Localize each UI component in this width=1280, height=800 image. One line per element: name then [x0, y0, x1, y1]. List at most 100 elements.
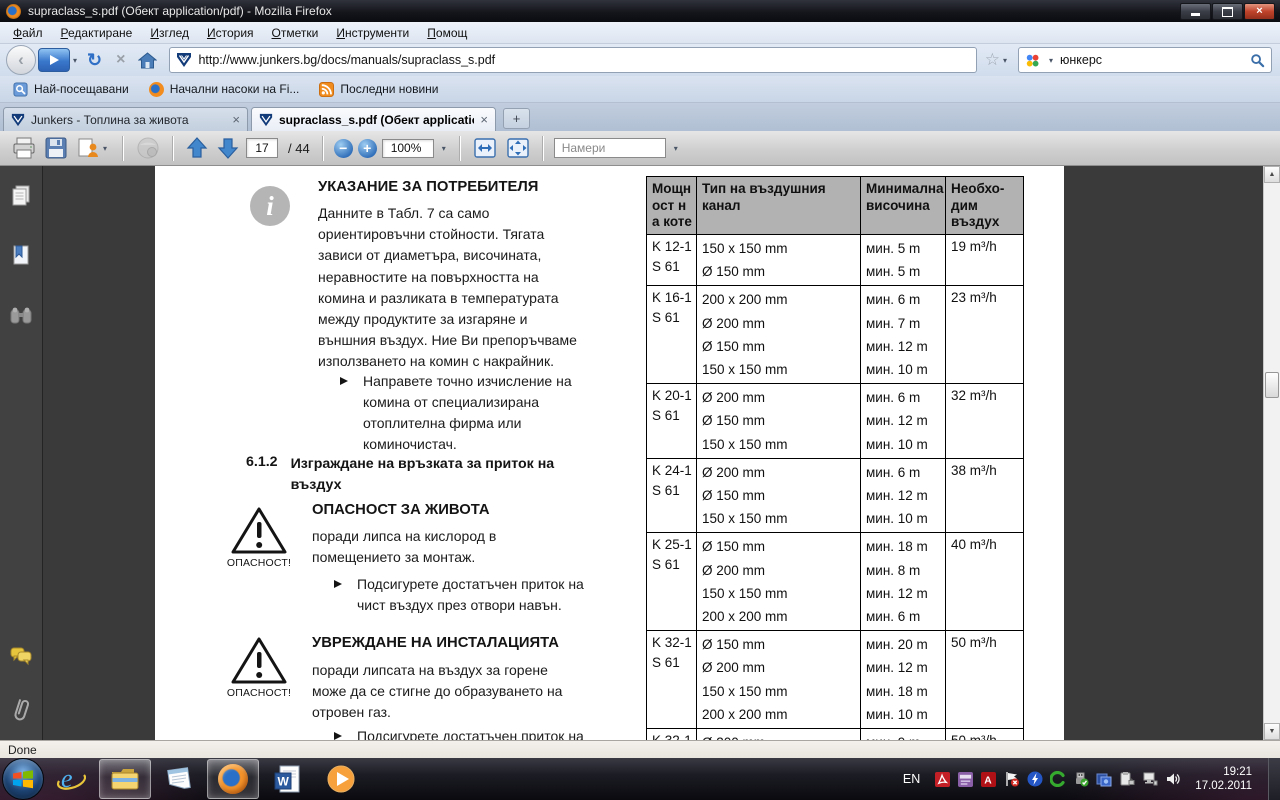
- tray-purple-app-icon[interactable]: [957, 771, 974, 788]
- tray-adobe-icon[interactable]: A: [980, 771, 997, 788]
- windows-taskbar: e W EN A: [0, 758, 1280, 800]
- back-button[interactable]: ‹: [6, 45, 36, 75]
- forward-button[interactable]: [38, 48, 70, 72]
- menu-file[interactable]: Файл: [4, 23, 52, 43]
- search-box[interactable]: ▾ юнкерс: [1018, 47, 1272, 73]
- tray-action-center-icon[interactable]: [1003, 771, 1020, 788]
- history-dropdown[interactable]: ▾: [70, 56, 80, 65]
- text-line: Ø 150 mm: [702, 484, 857, 507]
- start-button[interactable]: [2, 758, 44, 800]
- table-row: K 32-1S 61Ø 150 mmØ 200 mm150 x 150 mm20…: [647, 630, 1023, 728]
- tray-lightning-icon[interactable]: [1026, 771, 1043, 788]
- text-line: Ø 200 mm: [702, 461, 857, 484]
- tray-adobe-reader-icon[interactable]: [934, 771, 951, 788]
- taskbar-word[interactable]: W: [261, 759, 313, 799]
- bookmark-latest-news[interactable]: Последни новини: [312, 79, 445, 100]
- text-line: мин. 8 m: [866, 559, 942, 582]
- text-line: мин. 6 m: [866, 461, 942, 484]
- taskbar-notepad[interactable]: [153, 759, 205, 799]
- bookmark-dropdown[interactable]: ▾: [1000, 56, 1010, 65]
- text-line: мин. 20 m: [866, 633, 942, 656]
- tray-usb-safely-remove-icon[interactable]: [1072, 771, 1089, 788]
- text-line: мин. 12 m: [866, 484, 942, 507]
- search-panel-button[interactable]: [8, 302, 34, 330]
- taskbar-firefox[interactable]: [207, 759, 259, 799]
- scroll-up-button[interactable]: ▲: [1264, 166, 1280, 183]
- page-number-input[interactable]: 17: [246, 138, 278, 158]
- reload-button[interactable]: ↻: [80, 50, 109, 71]
- home-button[interactable]: [132, 52, 163, 69]
- collaborate-dropdown[interactable]: ▾: [100, 144, 110, 153]
- bookmark-star-icon[interactable]: ☆: [985, 50, 1000, 70]
- tab-close-icon[interactable]: ×: [232, 112, 240, 127]
- menu-bookmarks[interactable]: Отметки: [263, 23, 328, 43]
- zoom-out-button[interactable]: −: [334, 139, 353, 158]
- zoom-dropdown[interactable]: ▾: [439, 144, 449, 153]
- close-button[interactable]: ×: [1244, 3, 1275, 20]
- scrollbar-thumb[interactable]: [1265, 372, 1279, 398]
- menu-history[interactable]: История: [198, 23, 263, 43]
- text-line: мин. 12 m: [866, 335, 942, 358]
- search-go-button[interactable]: [1250, 53, 1265, 68]
- bookmark-getting-started[interactable]: Начални насоки на Fi...: [142, 79, 307, 100]
- table-row: K 20-1S 61Ø 200 mmØ 150 mm150 x 150 mmми…: [647, 383, 1023, 458]
- bookmarks-panel-button[interactable]: [8, 242, 34, 270]
- text-line: Изграждане на връзката за приток на: [291, 454, 555, 475]
- maximize-button[interactable]: [1212, 3, 1243, 20]
- new-tab-button[interactable]: +: [503, 108, 530, 129]
- zoom-level-select[interactable]: 100%: [382, 139, 434, 158]
- tab-supraclass-pdf[interactable]: supraclass_s.pdf (Обект applicatio... ×: [251, 107, 496, 131]
- system-tray: EN A 19:21 17.02.2011: [903, 758, 1280, 800]
- bookmark-most-visited[interactable]: Най-посещавани: [6, 79, 136, 100]
- tray-network-icon[interactable]: [1141, 771, 1158, 788]
- pdf-toolbar: ▾ 17 / 44 − + 100% ▾ Намери ▾: [0, 131, 1280, 166]
- text-line: Подсигурете достатъчен приток на: [357, 726, 584, 740]
- zoom-in-button[interactable]: +: [358, 139, 377, 158]
- warning-text: поради липсата на въздух за горенеможе д…: [312, 660, 562, 723]
- vertical-scrollbar[interactable]: ▲ ▼: [1263, 166, 1280, 740]
- show-desktop-button[interactable]: [1268, 758, 1280, 800]
- fit-width-button[interactable]: [471, 135, 499, 161]
- tab-junkers-home[interactable]: Junkers - Топлина за живота ×: [3, 107, 248, 131]
- url-bar[interactable]: http://www.junkers.bg/docs/manuals/supra…: [169, 47, 976, 73]
- language-indicator[interactable]: EN: [903, 772, 920, 786]
- text-line: мин. 7 m: [866, 312, 942, 335]
- taskbar-internet-explorer[interactable]: e: [45, 759, 97, 799]
- menu-help[interactable]: Помощ: [418, 23, 476, 43]
- print-button[interactable]: [10, 135, 38, 161]
- fit-page-button[interactable]: [504, 135, 532, 161]
- sync-button-disabled[interactable]: [134, 134, 162, 162]
- stop-button[interactable]: ×: [109, 51, 132, 69]
- menu-tools[interactable]: Инструменти: [327, 23, 418, 43]
- firefox-icon: [218, 764, 248, 794]
- find-dropdown[interactable]: ▾: [671, 144, 681, 153]
- search-input-value[interactable]: юнкерс: [1056, 53, 1244, 67]
- cell-boiler-model: K 16-1S 61: [647, 286, 696, 383]
- tray-clipboard-icon[interactable]: [1118, 771, 1135, 788]
- menu-view[interactable]: Изглед: [141, 23, 198, 43]
- taskbar-windows-explorer[interactable]: [99, 759, 151, 799]
- minimize-button[interactable]: [1180, 3, 1211, 20]
- comments-panel-button[interactable]: [8, 642, 34, 670]
- menu-edit[interactable]: Редактиране: [52, 23, 142, 43]
- search-engine-dropdown[interactable]: ▾: [1046, 56, 1056, 65]
- scroll-down-button[interactable]: ▼: [1264, 723, 1280, 740]
- sphere-icon: [136, 136, 160, 160]
- tray-display-app-icon[interactable]: [1095, 771, 1112, 788]
- site-favicon: [176, 52, 192, 68]
- attachments-panel-button[interactable]: [8, 696, 34, 724]
- tray-green-c-icon[interactable]: [1049, 771, 1066, 788]
- pages-panel-button[interactable]: [8, 182, 34, 210]
- text-line: 19 m³/h: [951, 237, 1020, 256]
- tray-volume-icon[interactable]: [1164, 771, 1181, 788]
- save-button[interactable]: [43, 135, 69, 161]
- tab-close-icon[interactable]: ×: [480, 112, 488, 127]
- cell-duct-type: Ø 200 mm150 x 150 mm: [696, 729, 860, 740]
- collaborate-button[interactable]: ▾: [74, 135, 112, 161]
- previous-page-button[interactable]: [184, 134, 210, 162]
- find-input[interactable]: Намери: [554, 138, 666, 158]
- note-bullet-item: Направете точно изчисление накомина от с…: [340, 371, 572, 455]
- taskbar-media-player[interactable]: [315, 759, 367, 799]
- next-page-button[interactable]: [215, 134, 241, 162]
- taskbar-clock[interactable]: 19:21 17.02.2011: [1195, 765, 1252, 793]
